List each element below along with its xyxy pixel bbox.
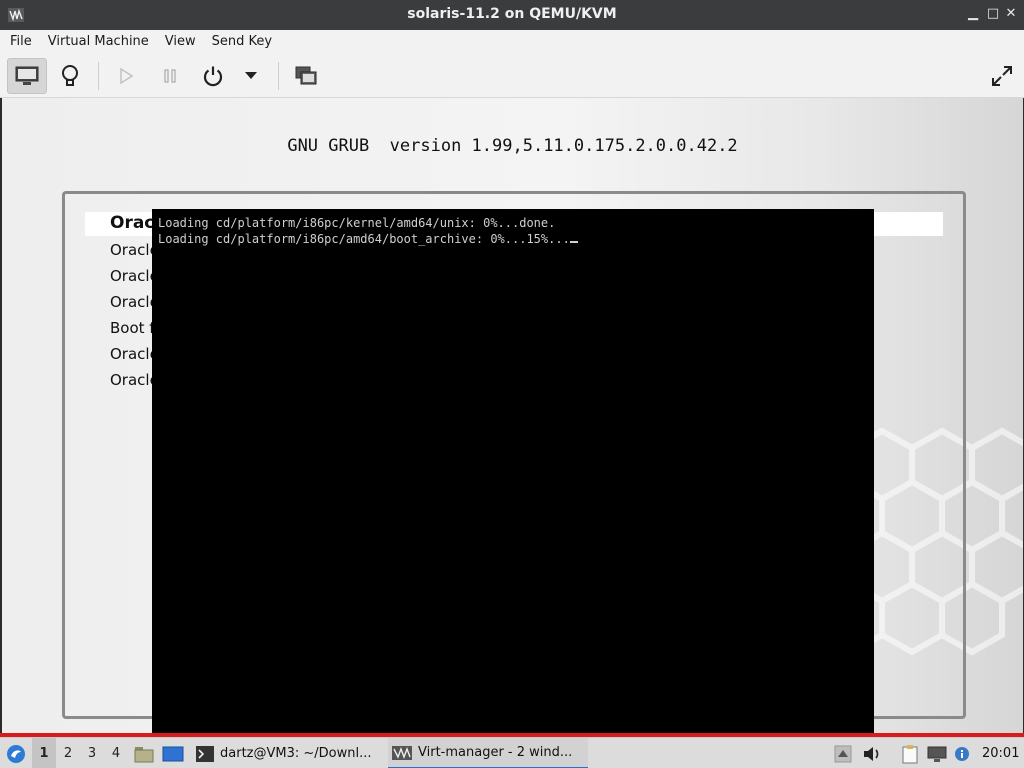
clipboard-icon — [902, 744, 918, 763]
fullscreen-icon — [992, 66, 1012, 86]
folder-icon — [134, 746, 154, 762]
snapshot-icon — [295, 66, 317, 85]
network-icon — [927, 746, 947, 762]
maximize-button[interactable]: □ — [984, 5, 1002, 23]
text-cursor — [569, 241, 578, 243]
terminal-icon — [196, 745, 214, 762]
desktop-icon — [162, 746, 184, 761]
vm-display[interactable]: GNU GRUB version 1.99,5.11.0.175.2.0.0.4… — [2, 98, 1023, 734]
workspace-3[interactable]: 3 — [80, 738, 104, 768]
run-button[interactable] — [106, 58, 146, 94]
tray-notifications[interactable] — [954, 738, 970, 768]
minimize-button[interactable]: ▁ — [964, 5, 982, 23]
workspace-4[interactable]: 4 — [104, 738, 128, 768]
menu-virtual-machine[interactable]: Virtual Machine — [40, 30, 157, 54]
start-menu-button[interactable] — [4, 738, 28, 768]
console-view-button[interactable] — [7, 58, 47, 94]
tray-network[interactable] — [926, 738, 948, 768]
chevron-down-icon — [245, 72, 257, 79]
window-title: solaris-11.2 on QEMU/KVM — [407, 6, 617, 22]
toolbar-separator — [98, 62, 99, 90]
title-bar: solaris-11.2 on QEMU/KVM ▁ □ ✕ — [0, 0, 1024, 30]
lightbulb-icon — [62, 65, 78, 86]
monitor-icon — [15, 66, 39, 85]
taskbar-task-virt-manager[interactable]: Virt-manager - 2 wind... — [388, 738, 588, 768]
taskbar: 1 2 3 4 dartz@VM3: ~/Downl... Virt-manag… — [0, 737, 1024, 768]
power-icon — [203, 66, 223, 87]
taskbar-task-terminal[interactable]: dartz@VM3: ~/Downl... — [192, 738, 384, 768]
grub-entry[interactable]: Orac — [110, 213, 154, 233]
shutdown-menu-button[interactable] — [236, 58, 266, 94]
show-desktop-launcher[interactable] — [162, 738, 184, 768]
close-button[interactable]: ✕ — [1002, 5, 1020, 23]
start-menu-icon — [7, 744, 25, 763]
toolbar-separator — [278, 62, 279, 90]
clock[interactable]: 20:01 — [982, 738, 1019, 768]
up-arrow-icon — [834, 745, 852, 762]
grub-title: GNU GRUB version 1.99,5.11.0.175.2.0.0.4… — [287, 136, 738, 156]
task-label: Virt-manager - 2 wind... — [418, 745, 573, 760]
menu-send-key[interactable]: Send Key — [204, 30, 280, 54]
shutdown-button[interactable] — [193, 58, 233, 94]
play-icon — [120, 67, 134, 85]
console-line: Loading cd/platform/i86pc/amd64/boot_arc… — [158, 232, 578, 246]
console-line: Loading cd/platform/i86pc/kernel/amd64/u… — [158, 216, 556, 230]
fullscreen-button[interactable] — [982, 58, 1022, 94]
grub-entry[interactable]: Boot f — [110, 319, 155, 337]
file-manager-launcher[interactable] — [134, 738, 154, 768]
menu-bar: File Virtual Machine View Send Key — [0, 30, 1024, 54]
boot-console: Loading cd/platform/i86pc/kernel/amd64/u… — [152, 209, 874, 734]
tray-clipboard[interactable] — [900, 738, 920, 768]
speaker-icon — [864, 746, 879, 761]
snapshots-button[interactable] — [286, 58, 326, 94]
info-icon — [955, 746, 969, 761]
menu-file[interactable]: File — [2, 30, 40, 54]
pause-button[interactable] — [150, 58, 190, 94]
toolbar — [0, 54, 1024, 98]
details-view-button[interactable] — [50, 58, 90, 94]
tray-volume[interactable] — [862, 738, 882, 768]
pause-icon — [164, 69, 176, 83]
console-line-text: Loading cd/platform/i86pc/amd64/boot_arc… — [158, 232, 570, 246]
workspace-2[interactable]: 2 — [56, 738, 80, 768]
workspace-1[interactable]: 1 — [32, 738, 56, 768]
virt-manager-icon — [392, 745, 412, 760]
tray-updates[interactable] — [834, 738, 852, 768]
task-label: dartz@VM3: ~/Downl... — [220, 746, 372, 761]
menu-view[interactable]: View — [157, 30, 204, 54]
